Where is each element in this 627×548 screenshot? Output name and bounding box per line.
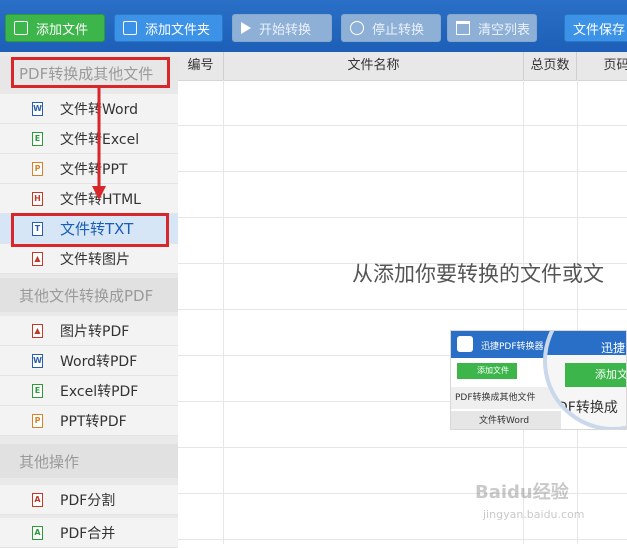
stop-convert-label: 停止转换 (372, 22, 425, 38)
sidebar-item-label: PDF分割 (60, 492, 116, 509)
preview-section-label: PDF转换成其他文件 (455, 393, 536, 403)
sidebar-item-label: PPT转PDF (60, 413, 127, 430)
add-file-button[interactable]: 添加文件 (5, 14, 105, 42)
grid-hline (178, 309, 627, 310)
add-folder-label: 添加文件夹 (145, 22, 211, 38)
word-file-icon: W (32, 353, 43, 368)
watermark-url-text: jingyan.baidu.com (483, 508, 585, 521)
grid-vline (523, 80, 524, 544)
highlight-box-section (11, 57, 170, 88)
preview-mag-section-label: DF转换成 (557, 400, 618, 416)
add-file-icon (14, 21, 28, 35)
grid-hline (178, 125, 627, 126)
sidebar-item-label: 文件转图片 (60, 251, 130, 268)
sidebar-item-pdf-split[interactable]: A PDF分割 (0, 485, 178, 515)
sidebar-item-image-to-pdf[interactable]: ▲ 图片转PDF (0, 316, 178, 346)
excel-file-icon: E (32, 131, 43, 146)
preview-app-title: 迅捷PDF转换器 (481, 342, 544, 352)
sidebar-item-word-to-pdf[interactable]: W Word转PDF (0, 346, 178, 376)
pdf-file-icon: A (32, 525, 43, 540)
grid-vline (577, 80, 578, 544)
play-icon (241, 22, 251, 34)
column-header-pages[interactable]: 总页数 (524, 52, 577, 80)
preview-mag-section: DF转换成 (557, 397, 618, 417)
grid-hline (178, 217, 627, 218)
preview-item-label: 文件转Word (479, 416, 530, 426)
clear-list-label: 清空列表 (478, 22, 531, 38)
sidebar-item-label: Word转PDF (60, 353, 138, 370)
save-path-button[interactable]: 文件保存 (564, 14, 627, 42)
watermark: Baidu经验 jingyan.baidu.com (475, 478, 615, 528)
ppt-file-icon: P (32, 413, 43, 428)
tutorial-preview-image: 迅捷PDF转换器 添加文件 PDF转换成其他文件 文件转Word 迅捷 添加文件… (450, 330, 627, 430)
word-file-icon: W (32, 101, 43, 116)
sidebar-item-ppt-to-pdf[interactable]: P PPT转PDF (0, 406, 178, 436)
add-file-label: 添加文件 (36, 22, 89, 38)
column-header-index[interactable]: 编号 (178, 52, 224, 80)
stop-convert-button[interactable]: 停止转换 (341, 14, 441, 42)
annotation-arrow (92, 86, 106, 200)
column-header-filename[interactable]: 文件名称 (224, 52, 524, 80)
preview-add-file-button: 添加文件 (457, 363, 517, 379)
preview-mag-title: 迅捷 (601, 341, 626, 355)
add-folder-icon (123, 21, 137, 35)
column-header-page-range[interactable]: 页码 (577, 52, 627, 80)
add-folder-button[interactable]: 添加文件夹 (114, 14, 223, 42)
highlight-box-txt (11, 213, 169, 247)
file-table-header: 编号 文件名称 总页数 页码 (178, 52, 627, 81)
preview-logo-icon (457, 336, 473, 352)
toolbar: 添加文件 添加文件夹 开始转换 停止转换 清空列表 文件保存 (0, 0, 627, 52)
section-other-to-pdf[interactable]: 其他文件转换成PDF (0, 278, 178, 312)
grid-vline (223, 80, 224, 544)
sidebar-item-label: Excel转PDF (60, 383, 139, 400)
preview-mag-button: 添加文件 (565, 363, 627, 387)
excel-file-icon: E (32, 383, 43, 398)
image-file-icon: ▲ (32, 251, 43, 266)
preview-add-file-label: 添加文件 (477, 366, 509, 375)
sidebar-item-image[interactable]: ▲ 文件转图片 (0, 244, 178, 274)
grid-hline (178, 447, 627, 448)
watermark-logo-text: Baidu经验 (475, 482, 569, 503)
ppt-file-icon: P (32, 161, 43, 176)
save-path-label: 文件保存 (573, 22, 626, 38)
preview-mag-button-label: 添加文件 (595, 368, 627, 381)
section-other-ops-label: 其他操作 (19, 452, 80, 471)
sidebar-item-label: 图片转PDF (60, 323, 130, 340)
trash-icon (456, 21, 470, 35)
sidebar-item-label: PDF合并 (60, 525, 116, 542)
clear-list-button[interactable]: 清空列表 (447, 14, 537, 42)
pause-icon (350, 21, 364, 35)
preview-mag-titlebar: 迅捷 (547, 331, 626, 355)
image-file-icon: ▲ (32, 323, 43, 338)
start-convert-button[interactable]: 开始转换 (232, 14, 332, 42)
html-file-icon: H (32, 191, 43, 206)
preview-section: PDF转换成其他文件 (451, 387, 561, 409)
grid-hline (178, 171, 627, 172)
section-other-ops[interactable]: 其他操作 (0, 444, 178, 478)
drop-hint-text: 从添加你要转换的文件或文 (352, 262, 604, 286)
start-convert-label: 开始转换 (259, 22, 312, 38)
section-other-to-pdf-label: 其他文件转换成PDF (19, 286, 154, 305)
pdf-file-icon: A (32, 492, 43, 507)
grid-hline (178, 539, 627, 540)
preview-item: 文件转Word (451, 411, 561, 429)
sidebar-item-excel-to-pdf[interactable]: E Excel转PDF (0, 376, 178, 406)
